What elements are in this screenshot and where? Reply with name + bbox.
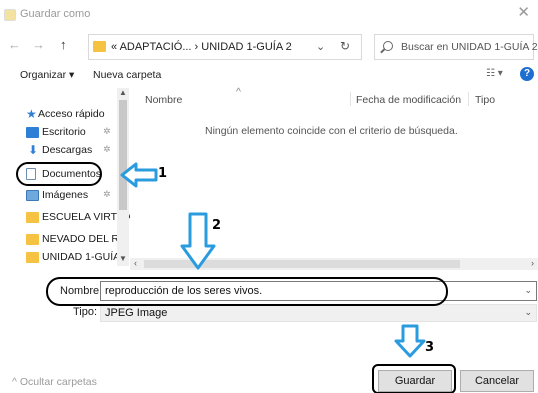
refresh-icon[interactable]: ↻ [340,39,350,53]
annotation-number: 1 [158,166,168,181]
organize-button[interactable]: Organizar ▾ [20,69,74,81]
folder-icon [93,41,106,52]
title-bar: Guardar como ✕ [0,0,538,30]
download-icon: ⬇ [28,143,39,157]
chevron-down-icon[interactable]: ⌄ [316,40,325,53]
desktop-icon [26,127,39,138]
file-type-value: JPEG Image [105,307,168,319]
back-icon[interactable]: ← [8,38,21,52]
new-folder-button[interactable]: Nueva carpeta [93,69,161,81]
forward-icon[interactable]: → [32,38,45,52]
type-label: Tipo: [73,306,98,318]
sidebar-item-label: Imágenes [42,189,89,201]
view-options-icon[interactable]: ☷ ▾ [486,68,503,79]
arrow-left-icon [120,162,158,188]
empty-list-message: Ningún elemento coincide con el criterio… [205,125,458,137]
chevron-down-icon[interactable]: ⌄ [524,285,532,296]
folder-icon [26,252,39,263]
help-icon[interactable]: ? [520,67,534,81]
search-placeholder: Buscar en UNIDAD 1-GUÍA 2 [401,41,538,53]
sidebar-item-pictures[interactable]: Imágenes ✲ [0,187,120,205]
up-icon[interactable]: ↑ [60,38,67,52]
command-bar: Organizar ▾ Nueva carpeta ☷ ▾ ? [0,64,538,86]
annotation-circle-documents [16,162,102,186]
pictures-icon [26,190,39,201]
scroll-left-icon[interactable]: ‹ [134,258,137,268]
sidebar-item-label: Descargas [42,144,93,156]
app-icon [4,9,16,21]
sidebar-item-label: NEVADO DEL RU [42,233,127,245]
pin-icon: ✲ [103,126,111,136]
annotation-box-save [372,364,456,393]
sidebar-item-quick-access[interactable]: ★ Acceso rápido [0,106,120,124]
sidebar-item-downloads[interactable]: ⬇ Descargas ✲ [0,142,120,160]
column-header-date[interactable]: Fecha de modificación [356,94,461,106]
file-list-header: Nombre ^ Fecha de modificación Tipo [136,86,538,108]
hide-folders-button[interactable]: ^ Ocultar carpetas [12,376,97,388]
close-icon[interactable]: ✕ [517,5,530,20]
sidebar-item-escuela-virtual[interactable]: ESCUELA VIRTUA [0,209,130,227]
column-header-name[interactable]: Nombre [145,94,182,106]
sort-icon: ^ [236,86,241,98]
annotation-number: 2 [212,218,222,233]
breadcrumb[interactable]: « ADAPTACIÓ... › UNIDAD 1-GUÍA 2 [111,41,292,53]
pin-icon: ✲ [103,189,111,199]
window-title: Guardar como [20,8,91,20]
sidebar-item-label: Escritorio [42,126,86,138]
address-bar[interactable]: « ADAPTACIÓ... › UNIDAD 1-GUÍA 2 ⌄ ↻ [88,34,362,60]
chevron-down-icon[interactable]: ⌄ [524,307,532,318]
sidebar-item-desktop[interactable]: Escritorio ✲ [0,124,120,142]
folder-icon [26,212,39,223]
arrow-down-icon [394,324,426,358]
sidebar-item-label: UNIDAD 1-GUÍA [42,251,121,263]
navigation-bar: ← → ↑ « ADAPTACIÓ... › UNIDAD 1-GUÍA 2 ⌄… [0,30,538,64]
search-icon [383,41,393,51]
column-divider[interactable] [468,92,469,106]
cancel-button[interactable]: Cancelar [460,370,534,392]
search-input[interactable]: Buscar en UNIDAD 1-GUÍA 2 [374,34,538,60]
pin-icon: ✲ [103,144,111,154]
scroll-up-icon[interactable]: ▲ [119,88,127,97]
column-header-type[interactable]: Tipo [475,94,495,106]
scrollbar-thumb[interactable] [119,100,127,210]
sidebar-item-unidad-1-guia[interactable]: UNIDAD 1-GUÍA [0,249,120,267]
sidebar-item-nevado-del-ruiz[interactable]: NEVADO DEL RU [0,231,127,249]
column-divider[interactable] [350,92,351,106]
file-type-select[interactable]: JPEG Image ⌄ [100,304,537,322]
annotation-number: 3 [425,340,435,355]
arrow-down-icon [180,212,216,270]
scroll-right-icon[interactable]: › [531,258,534,268]
star-icon: ★ [26,107,37,121]
folder-icon [26,234,39,245]
sidebar-item-label: Acceso rápido [38,108,105,120]
annotation-circle-name [46,277,448,306]
scroll-down-icon[interactable]: ▼ [119,254,127,263]
